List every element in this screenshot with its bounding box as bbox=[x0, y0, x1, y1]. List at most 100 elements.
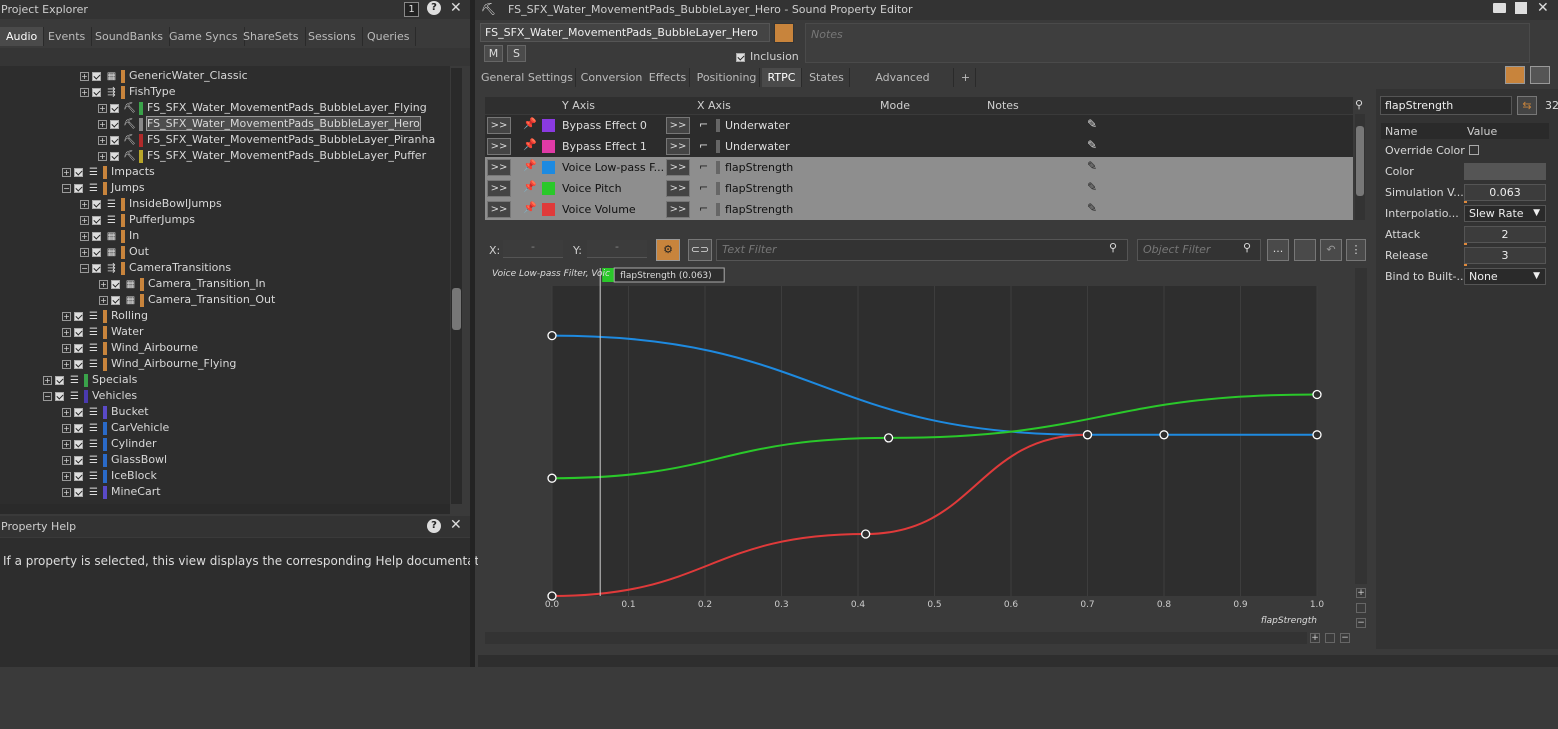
pin-icon[interactable]: 📌 bbox=[523, 138, 537, 151]
include-checkbox[interactable] bbox=[74, 311, 83, 321]
curve-point[interactable] bbox=[860, 529, 871, 539]
panel-divider[interactable] bbox=[470, 0, 475, 667]
include-checkbox[interactable] bbox=[92, 231, 101, 241]
tree-item[interactable]: − ☰ Jumps bbox=[62, 180, 145, 196]
pin-number-button[interactable]: 1 bbox=[404, 2, 419, 17]
include-checkbox[interactable] bbox=[74, 423, 83, 433]
x-axis-select-button[interactable]: >> bbox=[666, 138, 690, 155]
expand-icon[interactable]: + bbox=[80, 247, 89, 257]
collapse-icon[interactable]: − bbox=[43, 391, 52, 401]
explorer-tree[interactable]: + ▦ GenericWater_Classic + ⇶ FishType + ⛏ FS_SFX… bbox=[0, 66, 450, 504]
include-checkbox[interactable] bbox=[111, 279, 120, 289]
include-checkbox[interactable] bbox=[110, 135, 119, 145]
color-picker-button[interactable] bbox=[774, 23, 794, 43]
include-checkbox[interactable] bbox=[74, 407, 83, 417]
tree-item[interactable]: + ▦ In bbox=[80, 228, 139, 244]
property-value-field[interactable]: 0.063 bbox=[1464, 184, 1546, 201]
tree-item[interactable]: + ☰ InsideBowlJumps bbox=[80, 196, 222, 212]
curve-point[interactable] bbox=[1312, 389, 1322, 400]
close-icon[interactable]: ✕ bbox=[1537, 0, 1549, 16]
hzoom-out-button[interactable]: − bbox=[1340, 633, 1350, 643]
notes-field[interactable] bbox=[805, 23, 1530, 63]
rtpc-row[interactable]: >> 📌 Voice Low-pass F... >> ⌐ flapStrength ✎ bbox=[485, 157, 1353, 178]
settings-icon[interactable] bbox=[1294, 239, 1316, 261]
tab-audio[interactable]: Audio bbox=[0, 27, 45, 46]
search-icon[interactable]: ⚲ bbox=[1355, 98, 1363, 111]
tree-item[interactable]: + ▦ Camera_Transition_In bbox=[99, 276, 266, 292]
tree-item[interactable]: + ☰ Specials bbox=[43, 372, 137, 388]
curve-point[interactable] bbox=[547, 330, 557, 341]
include-checkbox[interactable] bbox=[74, 343, 83, 353]
tree-item[interactable]: + ☰ IceBlock bbox=[62, 468, 157, 484]
y-axis-select-button[interactable]: >> bbox=[487, 138, 511, 155]
curve-point[interactable] bbox=[1312, 430, 1322, 440]
object-name-field[interactable]: FS_SFX_Water_MovementPads_BubbleLayer_He… bbox=[480, 23, 770, 42]
hzoom-fit-button[interactable] bbox=[1325, 633, 1335, 643]
property-row[interactable]: Interpolatio... Slew Rate ▼ bbox=[1381, 203, 1549, 224]
include-checkbox[interactable] bbox=[74, 471, 83, 481]
tree-item[interactable]: + ☰ Bucket bbox=[62, 404, 149, 420]
zoom-out-button[interactable]: − bbox=[1356, 618, 1366, 628]
expand-icon[interactable]: + bbox=[80, 87, 89, 97]
x-axis-select-button[interactable]: >> bbox=[666, 159, 690, 176]
include-checkbox[interactable] bbox=[110, 151, 119, 161]
tree-item[interactable]: + ⛏ FS_SFX_Water_MovementPads_BubbleLayer_… bbox=[98, 100, 427, 116]
close-icon[interactable]: ✕ bbox=[450, 517, 462, 533]
layout-single-button[interactable] bbox=[1505, 66, 1525, 84]
expand-icon[interactable]: + bbox=[80, 71, 89, 81]
pin-icon[interactable]: 📌 bbox=[523, 117, 537, 130]
help-icon[interactable]: ? bbox=[427, 1, 441, 15]
close-icon[interactable]: ✕ bbox=[450, 0, 462, 16]
y-axis-select-button[interactable]: >> bbox=[487, 180, 511, 197]
graph-vscroll[interactable] bbox=[1355, 268, 1367, 584]
edit-notes-icon[interactable]: ✎ bbox=[1087, 159, 1097, 173]
expand-icon[interactable]: + bbox=[80, 215, 89, 225]
expand-icon[interactable]: + bbox=[62, 343, 71, 353]
include-checkbox[interactable] bbox=[74, 183, 83, 193]
pin-icon[interactable]: 📌 bbox=[523, 201, 537, 214]
expand-icon[interactable]: + bbox=[62, 359, 71, 369]
edit-notes-icon[interactable]: ✎ bbox=[1087, 180, 1097, 194]
property-dropdown[interactable]: Slew Rate ▼ bbox=[1464, 205, 1546, 222]
tab-rtpc[interactable]: RTPC bbox=[762, 68, 802, 87]
property-row[interactable]: Attack 2 bbox=[1381, 224, 1549, 245]
include-checkbox[interactable] bbox=[111, 295, 120, 305]
include-checkbox[interactable] bbox=[92, 199, 101, 209]
property-row[interactable]: Color bbox=[1381, 161, 1549, 182]
graph-hscroll[interactable] bbox=[485, 632, 1307, 644]
layout-split-button[interactable] bbox=[1530, 66, 1550, 84]
include-checkbox[interactable] bbox=[74, 327, 83, 337]
curve-point[interactable] bbox=[883, 433, 894, 443]
property-dropdown[interactable]: None ▼ bbox=[1464, 268, 1546, 285]
rtpc-search-field[interactable]: flapStrength bbox=[1380, 96, 1512, 115]
x-axis-select-button[interactable]: >> bbox=[666, 201, 690, 218]
tree-item[interactable]: − ⇶ CameraTransitions bbox=[80, 260, 231, 276]
rtpc-row[interactable]: >> 📌 Voice Pitch >> ⌐ flapStrength ✎ bbox=[485, 178, 1353, 199]
tree-item[interactable]: + ⇶ FishType bbox=[80, 84, 176, 100]
tab-queries[interactable]: Queries bbox=[361, 27, 417, 46]
expand-icon[interactable]: + bbox=[98, 135, 107, 145]
mute-button[interactable]: M bbox=[484, 45, 503, 62]
expand-icon[interactable]: + bbox=[98, 151, 107, 161]
curve-point[interactable] bbox=[547, 473, 557, 483]
tree-item[interactable]: + ☰ Water bbox=[62, 324, 144, 340]
hzoom-in-button[interactable]: + bbox=[1310, 633, 1320, 643]
x-axis-select-button[interactable]: >> bbox=[666, 117, 690, 134]
tree-item[interactable]: + ▦ GenericWater_Classic bbox=[80, 68, 248, 84]
tree-item[interactable]: + ☰ GlassBowl bbox=[62, 452, 167, 468]
include-checkbox[interactable] bbox=[74, 167, 83, 177]
include-checkbox[interactable] bbox=[74, 439, 83, 449]
zoom-fit-button[interactable] bbox=[1356, 603, 1366, 613]
rtpc-graph[interactable]: flapStrength (0.063) Voice Low-pass Filte… bbox=[485, 266, 1353, 646]
include-checkbox[interactable] bbox=[110, 119, 119, 129]
rtpc-row[interactable]: >> 📌 Bypass Effect 1 >> ⌐ Underwater ✎ bbox=[485, 136, 1353, 157]
tree-item[interactable]: + ⛏ FS_SFX_Water_MovementPads_BubbleLayer_… bbox=[98, 148, 426, 164]
include-checkbox[interactable] bbox=[92, 263, 101, 273]
include-checkbox[interactable] bbox=[92, 87, 101, 97]
expand-icon[interactable]: + bbox=[80, 231, 89, 241]
pin-icon[interactable]: 📌 bbox=[523, 180, 537, 193]
expand-icon[interactable]: + bbox=[62, 439, 71, 449]
y-value-field[interactable]: - bbox=[587, 240, 647, 258]
pin-icon[interactable]: 📌 bbox=[523, 159, 537, 172]
expand-icon[interactable]: + bbox=[99, 295, 108, 305]
